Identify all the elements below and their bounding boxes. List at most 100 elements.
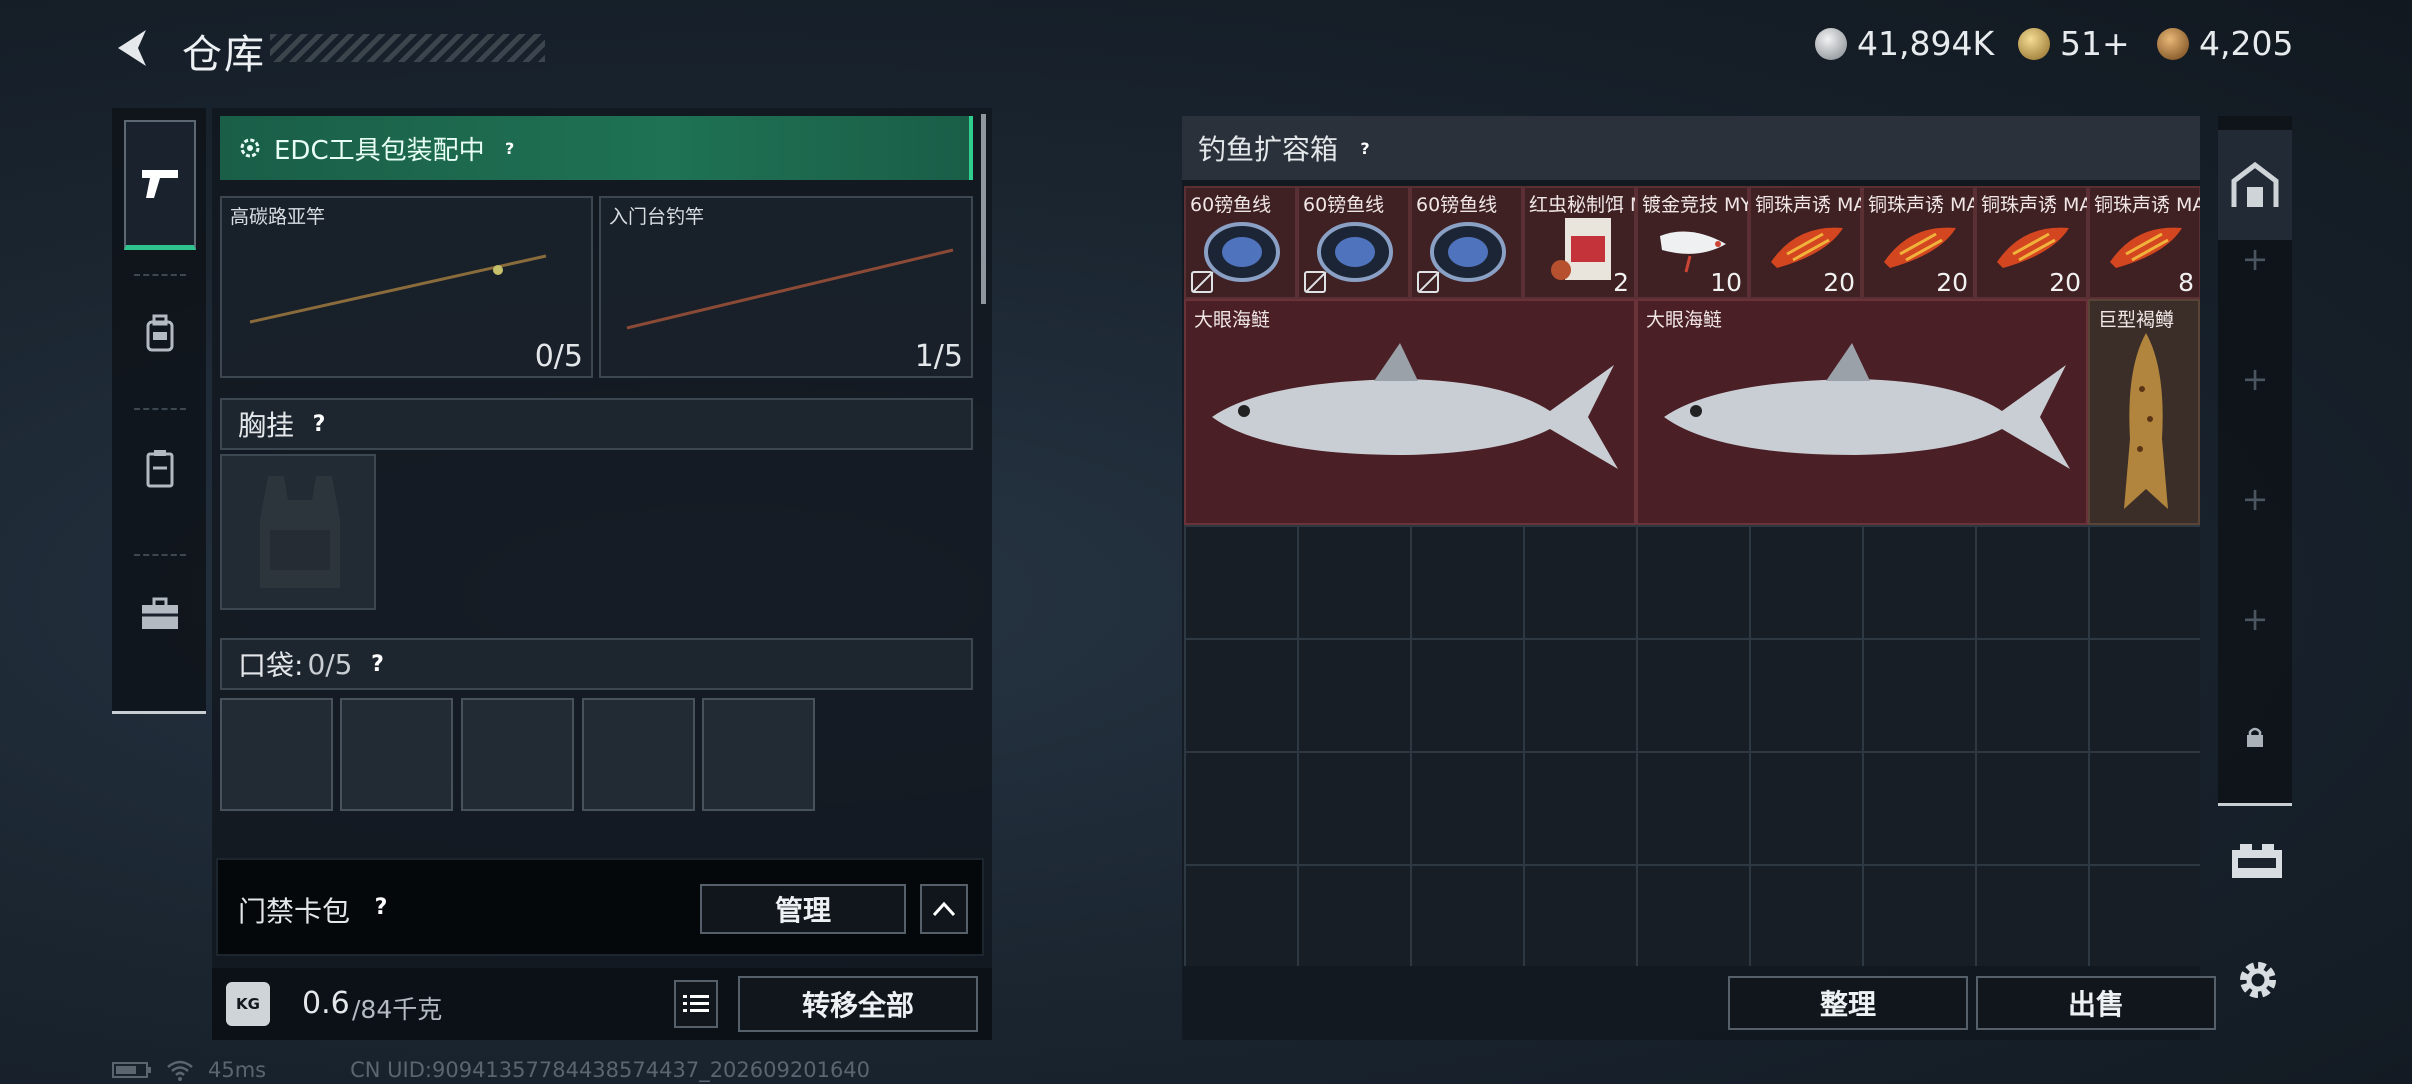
item-name: 铜珠声诱 MAS <box>1981 194 2087 216</box>
currency-gold-value: 51+ <box>2060 24 2130 63</box>
pocket-slot-1[interactable] <box>220 698 333 811</box>
weight-current: 0.6 <box>302 986 350 1021</box>
chest-rig-placeholder-icon <box>260 476 340 588</box>
loadout-scrollbar[interactable] <box>981 114 986 304</box>
currency-bronze[interactable]: 4,205 <box>2157 24 2293 63</box>
backpack-icon <box>146 314 174 352</box>
weight-bar: KG 0.6 /84千克 转移全部 <box>212 968 992 1040</box>
silver-coin-icon <box>1815 27 1847 60</box>
bronze-coin-icon <box>2157 27 2189 60</box>
item-lure[interactable]: 铜珠声诱 MAS 20 <box>1862 186 1975 299</box>
weight-max: /84千克 <box>352 995 443 1024</box>
storage-title: 钓鱼扩容箱 <box>1198 133 1339 166</box>
list-view-button[interactable] <box>674 980 718 1028</box>
pistol-icon <box>142 169 178 198</box>
edc-banner-label: EDC工具包装配中 <box>274 135 485 166</box>
pocket-slot-3[interactable] <box>461 698 574 811</box>
pole-rod-image <box>626 248 954 330</box>
item-fish-brown-trout[interactable]: 巨型褐鳟 <box>2088 299 2200 525</box>
no-loss-icon <box>1417 271 1439 293</box>
currency-silver-value: 41,894K <box>1857 24 1995 63</box>
pocket-slot-5[interactable] <box>702 698 815 811</box>
item-name: 60镑鱼线 <box>1303 194 1385 216</box>
item-bait[interactable]: 红虫秘制饵 MY 2 <box>1523 186 1636 299</box>
rod-slot-2-count: 1/5 <box>914 339 963 374</box>
fish-name: 大眼海鲢 <box>1646 309 1723 331</box>
gear-icon <box>240 138 260 158</box>
warehouse-icon <box>2231 161 2279 207</box>
item-name: 红虫秘制饵 MY <box>1529 194 1635 216</box>
help-icon[interactable]: ? <box>306 411 332 437</box>
container-nav: + + + + <box>2218 116 2292 806</box>
edc-banner[interactable]: EDC工具包装配中 ? <box>220 116 973 180</box>
manage-button[interactable]: 管理 <box>700 884 906 934</box>
item-name: 铜珠声诱 MAS <box>2094 194 2200 216</box>
fish-name: 巨型褐鳟 <box>2098 309 2175 331</box>
transfer-all-button[interactable]: 转移全部 <box>738 976 978 1032</box>
settings-gear-icon[interactable] <box>2236 958 2280 1006</box>
red-lure-image <box>2110 227 2182 268</box>
collapse-button[interactable] <box>920 884 968 934</box>
list-icon <box>683 995 709 1012</box>
sell-button[interactable]: 出售 <box>1976 976 2216 1030</box>
brown-trout-image <box>2124 333 2168 509</box>
vest-icon <box>146 450 174 488</box>
chest-rig-header: 胸挂 ? <box>220 398 973 450</box>
item-fish-tarpon[interactable]: 大眼海鲢 <box>1636 299 2088 525</box>
chest-rig-slot[interactable] <box>220 454 376 610</box>
item-name: 铜珠声诱 MAS <box>1755 194 1861 216</box>
currency-gold[interactable]: 51+ <box>2018 24 2130 63</box>
rod-slot-1[interactable]: 高碳路亚竿 0/5 <box>220 196 593 378</box>
item-name: 镀金竞技 MYT <box>1642 194 1748 216</box>
toolbox-icon <box>142 597 178 629</box>
help-icon[interactable]: ? <box>497 135 523 161</box>
item-fishing-line[interactable]: 60镑鱼线 <box>1410 186 1523 299</box>
storage-header: 钓鱼扩容箱 ? <box>1182 116 2200 180</box>
nav-vest[interactable] <box>124 408 196 528</box>
ammo-box-icon[interactable] <box>2230 842 2284 886</box>
item-lure[interactable]: 铜珠声诱 MAS 20 <box>1975 186 2088 299</box>
item-lure[interactable]: 镀金竞技 MYT 10 <box>1636 186 1749 299</box>
help-icon[interactable]: ? <box>1352 135 1378 161</box>
pocket-slot-2[interactable] <box>340 698 453 811</box>
nav-storage[interactable] <box>2218 130 2292 240</box>
title-decoration <box>270 34 545 62</box>
add-slot-icon[interactable]: + <box>2218 600 2292 638</box>
back-arrow-icon[interactable] <box>112 26 156 70</box>
chest-rig-label: 胸挂 <box>238 409 295 442</box>
item-count: 2 <box>1613 268 1629 297</box>
help-icon[interactable]: ? <box>368 894 394 920</box>
lure-rod-image <box>249 254 547 324</box>
pockets-count: 0/5 <box>307 647 353 681</box>
storage-grid[interactable]: 60镑鱼线 60镑鱼线 60镑鱼线 红虫秘制饵 MY 2 镀金竞技 MYT 10… <box>1184 186 2200 966</box>
keycard-label: 门禁卡包 <box>238 895 351 928</box>
pocket-slot-4[interactable] <box>582 698 695 811</box>
pockets-label: 口袋: <box>238 649 304 682</box>
help-icon[interactable]: ? <box>365 651 391 677</box>
battery-icon <box>112 1062 151 1078</box>
rod-slot-1-count: 0/5 <box>534 339 583 374</box>
item-name: 60镑鱼线 <box>1190 194 1272 216</box>
lock-icon <box>2246 726 2264 752</box>
item-name: 60镑鱼线 <box>1416 194 1498 216</box>
currency-silver[interactable]: 41,894K <box>1815 24 1994 63</box>
no-loss-icon <box>1191 271 1213 293</box>
item-count: 20 <box>1823 268 1855 297</box>
rod-slot-2[interactable]: 入门台钓竿 1/5 <box>599 196 973 378</box>
rod-slot-1-name: 高碳路亚竿 <box>230 206 326 228</box>
item-fishing-line[interactable]: 60镑鱼线 <box>1297 186 1410 299</box>
item-lure[interactable]: 铜珠声诱 MAS 8 <box>2088 186 2200 299</box>
add-slot-icon[interactable]: + <box>2218 480 2292 518</box>
nav-toolbox[interactable] <box>124 554 196 674</box>
item-lure[interactable]: 铜珠声诱 MAS 20 <box>1749 186 1862 299</box>
nav-helmet[interactable] <box>124 274 196 394</box>
uid-text: CN UID:90941357784438574437_202609201640 <box>350 1058 871 1082</box>
add-slot-icon[interactable]: + <box>2218 360 2292 398</box>
item-count: 20 <box>2049 268 2081 297</box>
item-fish-tarpon[interactable]: 大眼海鲢 <box>1184 299 1636 525</box>
nav-weapons[interactable] <box>124 120 196 250</box>
sort-button[interactable]: 整理 <box>1728 976 1968 1030</box>
item-fishing-line[interactable]: 60镑鱼线 <box>1184 186 1297 299</box>
gold-triangle-icon <box>2018 27 2050 60</box>
add-slot-icon[interactable]: + <box>2218 240 2292 278</box>
